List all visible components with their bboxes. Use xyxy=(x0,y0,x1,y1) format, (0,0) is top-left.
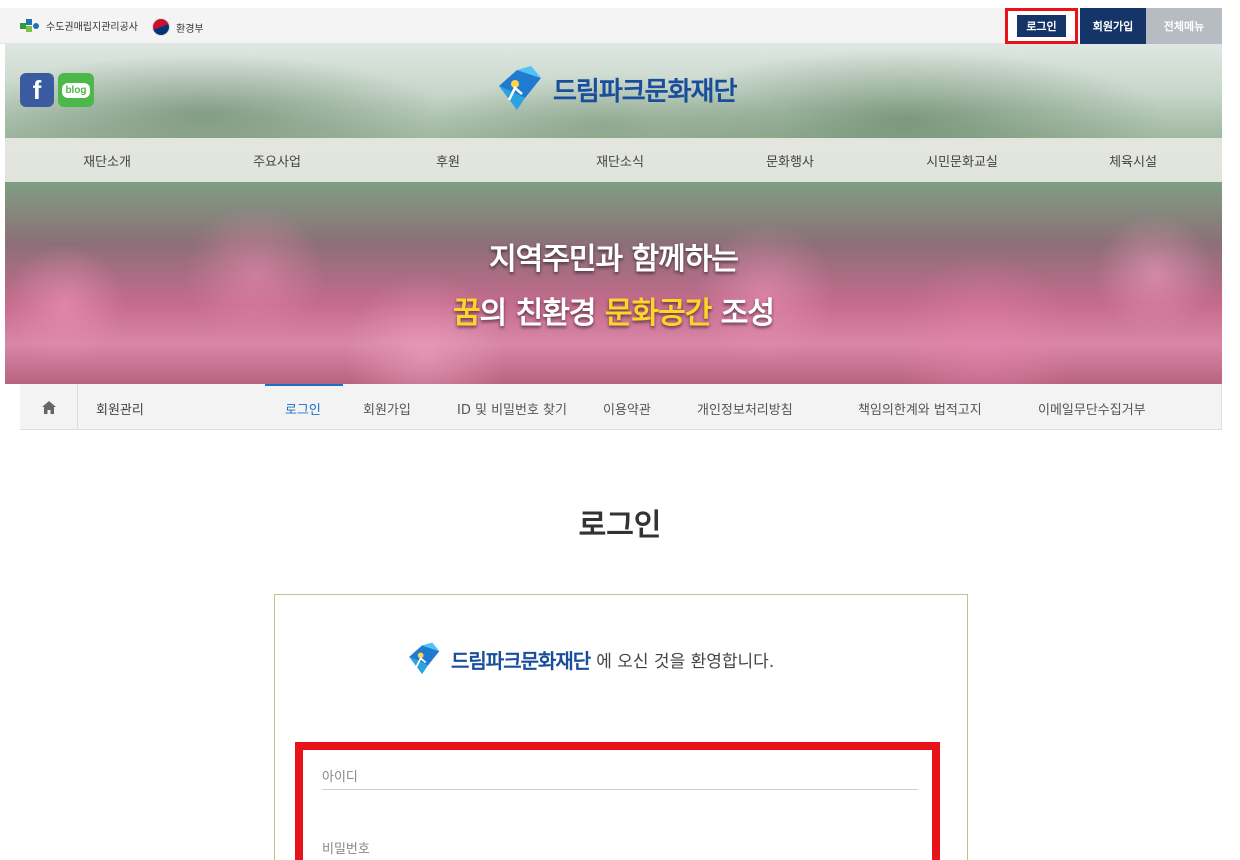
gnb-item-sports[interactable]: 체육시설 xyxy=(1109,151,1157,170)
kwater-logo-label: 수도권매립지관리공사 xyxy=(46,22,138,33)
all-menu-button[interactable]: 전체메뉴 xyxy=(1146,8,1222,44)
facebook-icon[interactable]: f xyxy=(20,73,54,107)
blog-icon[interactable]: blog xyxy=(58,73,94,107)
join-button[interactable]: 회원가입 xyxy=(1080,8,1146,44)
slogan-line-2: 꿈의 친환경 문화공간 조성 xyxy=(5,288,1222,332)
slogan-text-eco: 의 친환경 xyxy=(479,296,605,331)
dreampark-logo-icon xyxy=(499,66,541,110)
gnb-item-classes[interactable]: 시민문화교실 xyxy=(926,151,998,170)
login-button-label: 로그인 xyxy=(1017,15,1066,37)
local-nav: 회원관리 로그인 회원가입 ID 및 비밀번호 찾기 이용약관 개인정보처리방침… xyxy=(20,384,1222,430)
welcome-text: 에 오신 것을 환영합니다. xyxy=(596,651,775,672)
slogan-line-1: 지역주민과 함께하는 xyxy=(489,242,739,277)
hero-slogan: 지역주민과 함께하는 꿈의 친환경 문화공간 조성 xyxy=(5,234,1222,332)
welcome-message: 드림파크문화재단 에 오신 것을 환영합니다. xyxy=(405,641,774,677)
lnb-item-legal[interactable]: 책임의한계와 법적고지 xyxy=(858,399,982,418)
gnb-item-events[interactable]: 문화행사 xyxy=(766,151,814,170)
home-icon xyxy=(41,400,56,414)
slogan-highlight-dream: 꿈 xyxy=(453,296,481,331)
lnb-item-login[interactable]: 로그인 xyxy=(285,399,321,418)
lnb-item-join[interactable]: 회원가입 xyxy=(363,399,411,418)
lnb-item-privacy[interactable]: 개인정보처리방침 xyxy=(697,399,793,418)
ministry-environment-label: 환경부 xyxy=(176,23,204,35)
kwater-logo-icon xyxy=(20,18,40,33)
gnb-item-foundation[interactable]: 재단소개 xyxy=(83,151,131,170)
site-logo[interactable]: 드림파크문화재단 xyxy=(495,64,737,114)
page-title: 로그인 xyxy=(578,508,662,543)
lnb-item-terms[interactable]: 이용약관 xyxy=(603,399,651,418)
lnb-item-find-account[interactable]: ID 및 비밀번호 찾기 xyxy=(457,399,567,418)
password-input[interactable]: 비밀번호 xyxy=(322,838,918,860)
id-input[interactable]: 아이디 xyxy=(322,766,918,790)
taeguk-emblem-icon xyxy=(152,18,170,36)
gnb-item-news[interactable]: 재단소식 xyxy=(596,151,644,170)
welcome-logo-text: 드림파크문화재단 xyxy=(451,648,591,673)
slogan-text-create: 조성 xyxy=(711,296,775,331)
hero-banner: f blog 드림파크문화재단 재단소개 주요사업 후원 재단소식 문화행사 시… xyxy=(5,44,1222,384)
sns-links: f blog xyxy=(20,73,94,107)
kwater-logo-link[interactable]: 수도권매립지관리공사 xyxy=(20,18,138,33)
site-logo-text: 드림파크문화재단 xyxy=(553,76,737,107)
blog-icon-label: blog xyxy=(62,82,90,98)
slogan-highlight-space: 문화공간 xyxy=(604,296,712,331)
lnb-item-email-refusal[interactable]: 이메일무단수집거부 xyxy=(1038,399,1146,418)
ministry-environment-logo-link[interactable]: 환경부 xyxy=(152,18,204,36)
global-nav: 재단소개 주요사업 후원 재단소식 문화행사 시민문화교실 체육시설 xyxy=(5,138,1222,182)
lnb-category: 회원관리 xyxy=(96,403,144,418)
login-button[interactable]: 로그인 xyxy=(1005,8,1078,44)
dreampark-small-logo-icon xyxy=(409,642,440,675)
home-button[interactable] xyxy=(20,384,78,430)
lnb-active-indicator xyxy=(265,384,343,386)
gnb-item-business[interactable]: 주요사업 xyxy=(253,151,301,170)
gnb-item-support[interactable]: 후원 xyxy=(436,151,460,170)
